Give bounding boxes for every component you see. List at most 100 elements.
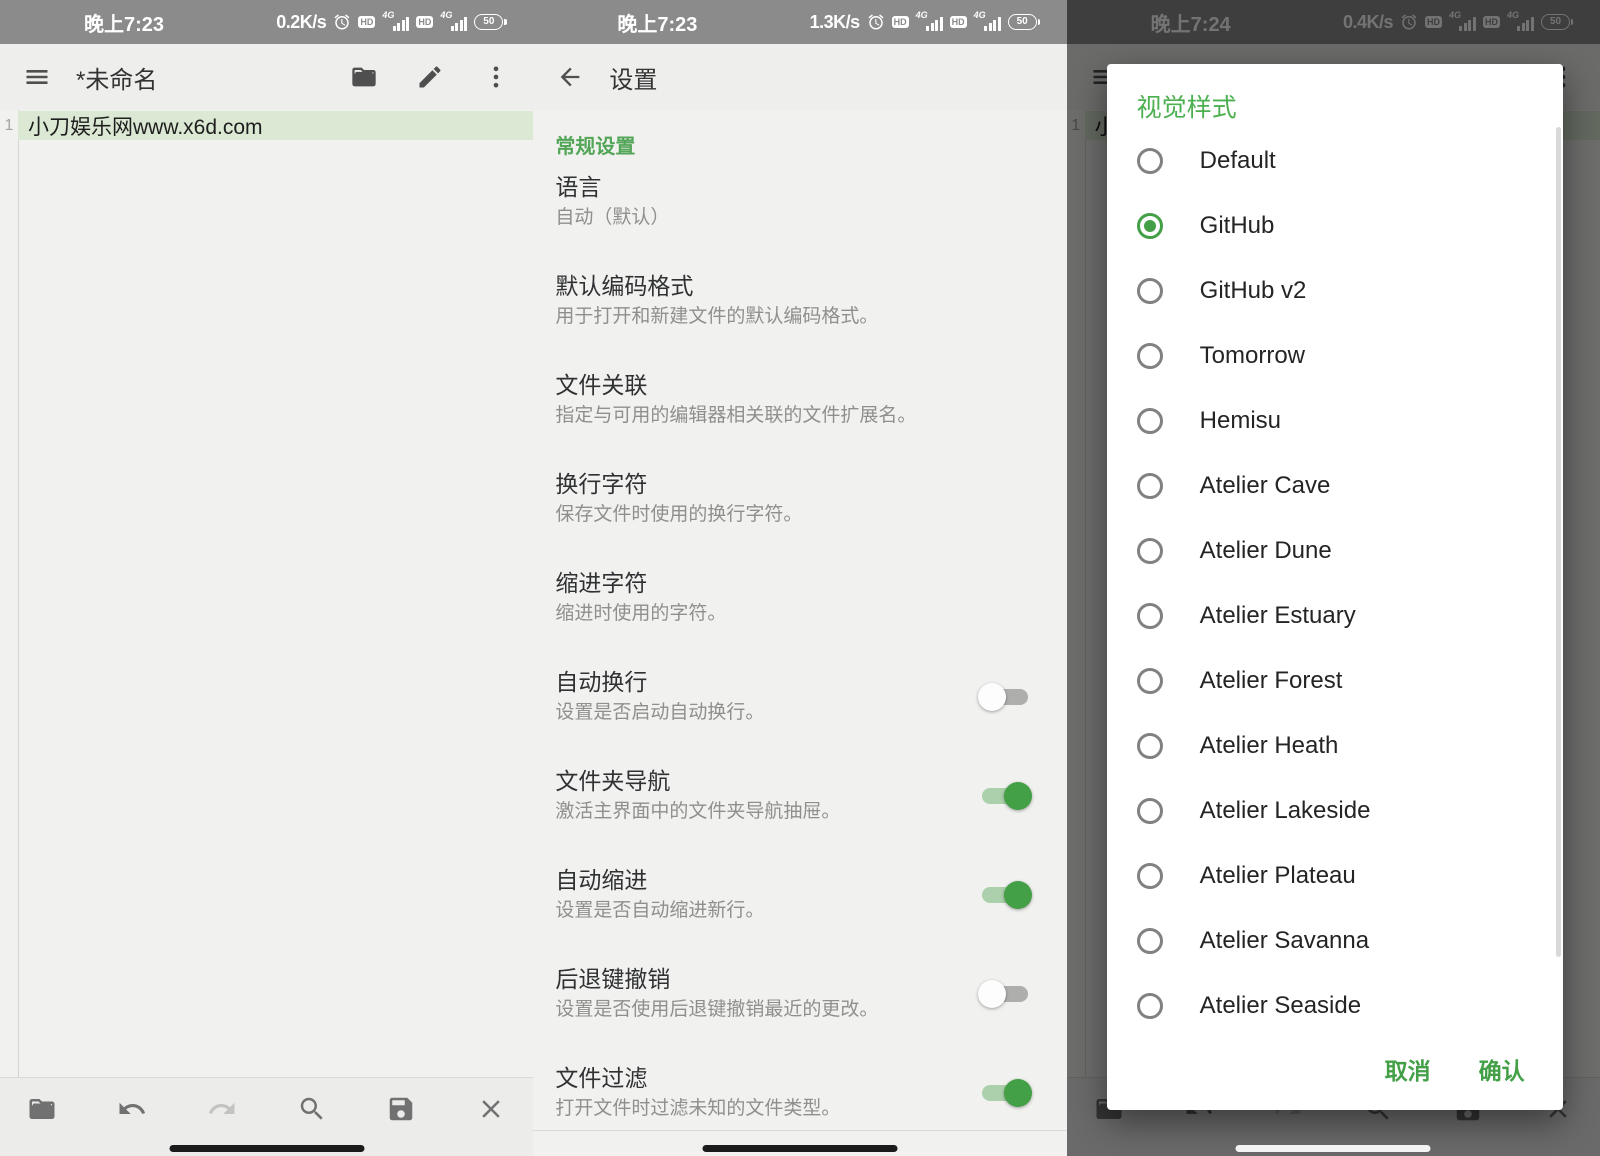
radio-button[interactable] [1137, 408, 1163, 434]
open-file-button[interactable] [349, 62, 379, 92]
style-option[interactable]: GitHub v2 [1107, 258, 1563, 323]
style-option[interactable]: Atelier Estuary [1107, 583, 1563, 648]
gesture-bar[interactable] [702, 1145, 897, 1152]
radio-button[interactable] [1137, 603, 1163, 629]
style-option[interactable]: Atelier Savanna [1107, 908, 1563, 973]
status-bar: 晚上7:23 1.3K/s HD 4G HD 4G 50 [533, 0, 1066, 44]
style-option[interactable]: Atelier Dune [1107, 518, 1563, 583]
settings-item[interactable]: 后退键撤销 设置是否使用后退键撤销最近的更改。 [533, 952, 1066, 1051]
status-time: 晚上7:23 [617, 8, 697, 37]
style-option-label: Atelier Estuary [1200, 602, 1356, 630]
radio-button[interactable] [1137, 278, 1163, 304]
settings-item[interactable]: 语言 自动（默认） [533, 160, 1066, 259]
style-option[interactable]: Hemisu [1107, 388, 1563, 453]
hd-icon: HD [950, 16, 967, 28]
signal-icon-sim1: 4G [916, 13, 943, 32]
code-line-1[interactable]: 1 小刀娱乐网www.x6d.com [0, 111, 533, 140]
signal-icon-sim2: 4G [440, 13, 467, 32]
toggle-switch[interactable] [979, 784, 1031, 808]
gesture-bar[interactable] [1236, 1145, 1431, 1152]
panel-style-dialog: 晚上7:24 0.4K/s HD 4G HD 4G 50 *未命名 [1067, 0, 1600, 1156]
style-option[interactable]: Atelier Cave [1107, 453, 1563, 518]
style-options-list: Default GitHub GitHub v2 Tomorro [1107, 128, 1563, 1038]
radio-button[interactable] [1137, 733, 1163, 759]
status-bar: 晚上7:23 0.2K/s HD 4G HD 4G 50 [0, 0, 533, 44]
toggle-switch[interactable] [979, 685, 1031, 709]
settings-item[interactable]: 缩进字符 缩进时使用的字符。 [533, 556, 1066, 655]
settings-item-title: 后退键撤销 [555, 964, 1028, 995]
hd-icon: HD [358, 16, 375, 28]
settings-item-title: 自动缩进 [555, 865, 1028, 896]
settings-item-subtitle: 保存文件时使用的换行字符。 [555, 502, 1028, 528]
close-button[interactable] [476, 1094, 506, 1124]
section-header: 常规设置 [533, 110, 1066, 160]
toggle-switch[interactable] [979, 982, 1031, 1006]
radio-button[interactable] [1137, 993, 1163, 1019]
radio-button[interactable] [1137, 863, 1163, 889]
style-option[interactable]: Atelier Heath [1107, 713, 1563, 778]
style-option[interactable]: Atelier Seaside [1107, 973, 1563, 1038]
back-arrow-icon [556, 63, 584, 91]
style-option-label: Atelier Lakeside [1200, 797, 1371, 825]
radio-button[interactable] [1137, 148, 1163, 174]
dialog-buttons: 取消 确认 [1385, 1052, 1525, 1086]
style-option-label: Atelier Dune [1200, 537, 1332, 565]
cancel-button[interactable]: 取消 [1385, 1052, 1431, 1086]
redo-button[interactable] [207, 1094, 237, 1124]
settings-item-title: 自动换行 [555, 667, 1028, 698]
gutter-divider [18, 110, 19, 1077]
document-title: *未命名 [76, 60, 157, 95]
settings-item[interactable]: 自动换行 设置是否启动自动换行。 [533, 655, 1066, 754]
settings-toolbar: 设置 [533, 44, 1066, 110]
radio-button[interactable] [1137, 668, 1163, 694]
radio-button[interactable] [1137, 343, 1163, 369]
gesture-bar[interactable] [169, 1145, 364, 1152]
dialog-scrollbar[interactable] [1556, 127, 1561, 957]
undo-button[interactable] [117, 1094, 147, 1124]
list-divider [533, 1130, 1066, 1131]
settings-item-subtitle: 用于打开和新建文件的默认编码格式。 [555, 304, 1028, 330]
style-option-label: Atelier Savanna [1200, 927, 1369, 955]
open-file-button[interactable] [27, 1094, 57, 1124]
settings-item-title: 文件夹导航 [555, 766, 1028, 797]
overflow-menu-button[interactable] [481, 62, 511, 92]
folder-open-icon [27, 1094, 57, 1124]
alarm-icon [333, 13, 351, 31]
style-option[interactable]: Tomorrow [1107, 323, 1563, 388]
save-button[interactable] [386, 1094, 416, 1124]
three-screenshot-strip: 晚上7:23 0.2K/s HD 4G HD 4G 50 *未命名 [0, 0, 1600, 1156]
toggle-switch[interactable] [979, 1081, 1031, 1105]
settings-item[interactable]: 文件过滤 打开文件时过滤未知的文件类型。 [533, 1051, 1066, 1150]
network-speed: 0.2K/s [276, 12, 326, 33]
back-button[interactable] [555, 62, 585, 92]
settings-item-subtitle: 指定与可用的编辑器相关联的文件扩展名。 [555, 403, 1028, 429]
style-option-label: Atelier Plateau [1200, 862, 1356, 890]
settings-item[interactable]: 文件关联 指定与可用的编辑器相关联的文件扩展名。 [533, 358, 1066, 457]
settings-item[interactable]: 文件夹导航 激活主界面中的文件夹导航抽屉。 [533, 754, 1066, 853]
save-icon [386, 1094, 416, 1124]
network-speed: 1.3K/s [810, 12, 860, 33]
settings-item[interactable]: 换行字符 保存文件时使用的换行字符。 [533, 457, 1066, 556]
confirm-button[interactable]: 确认 [1479, 1052, 1525, 1086]
editor-area[interactable]: 1 小刀娱乐网www.x6d.com [0, 110, 533, 1077]
settings-list: 语言 自动（默认） 默认编码格式 用于打开和新建文件的默认编码格式。 文件关联 … [533, 160, 1066, 1150]
radio-button[interactable] [1137, 473, 1163, 499]
style-option[interactable]: Default [1107, 128, 1563, 193]
edit-mode-button[interactable] [415, 62, 445, 92]
radio-button[interactable] [1137, 213, 1163, 239]
settings-item[interactable]: 自动缩进 设置是否自动缩进新行。 [533, 853, 1066, 952]
radio-button[interactable] [1137, 538, 1163, 564]
radio-button[interactable] [1137, 798, 1163, 824]
style-option[interactable]: GitHub [1107, 193, 1563, 258]
style-option-label: Atelier Forest [1200, 667, 1343, 695]
settings-item-subtitle: 激活主界面中的文件夹导航抽屉。 [555, 799, 1028, 825]
panel-editor: 晚上7:23 0.2K/s HD 4G HD 4G 50 *未命名 [0, 0, 533, 1156]
settings-item[interactable]: 默认编码格式 用于打开和新建文件的默认编码格式。 [533, 259, 1066, 358]
search-button[interactable] [297, 1094, 327, 1124]
style-option[interactable]: Atelier Forest [1107, 648, 1563, 713]
radio-button[interactable] [1137, 928, 1163, 954]
style-option[interactable]: Atelier Plateau [1107, 843, 1563, 908]
menu-button[interactable] [22, 62, 52, 92]
style-option[interactable]: Atelier Lakeside [1107, 778, 1563, 843]
toggle-switch[interactable] [979, 883, 1031, 907]
